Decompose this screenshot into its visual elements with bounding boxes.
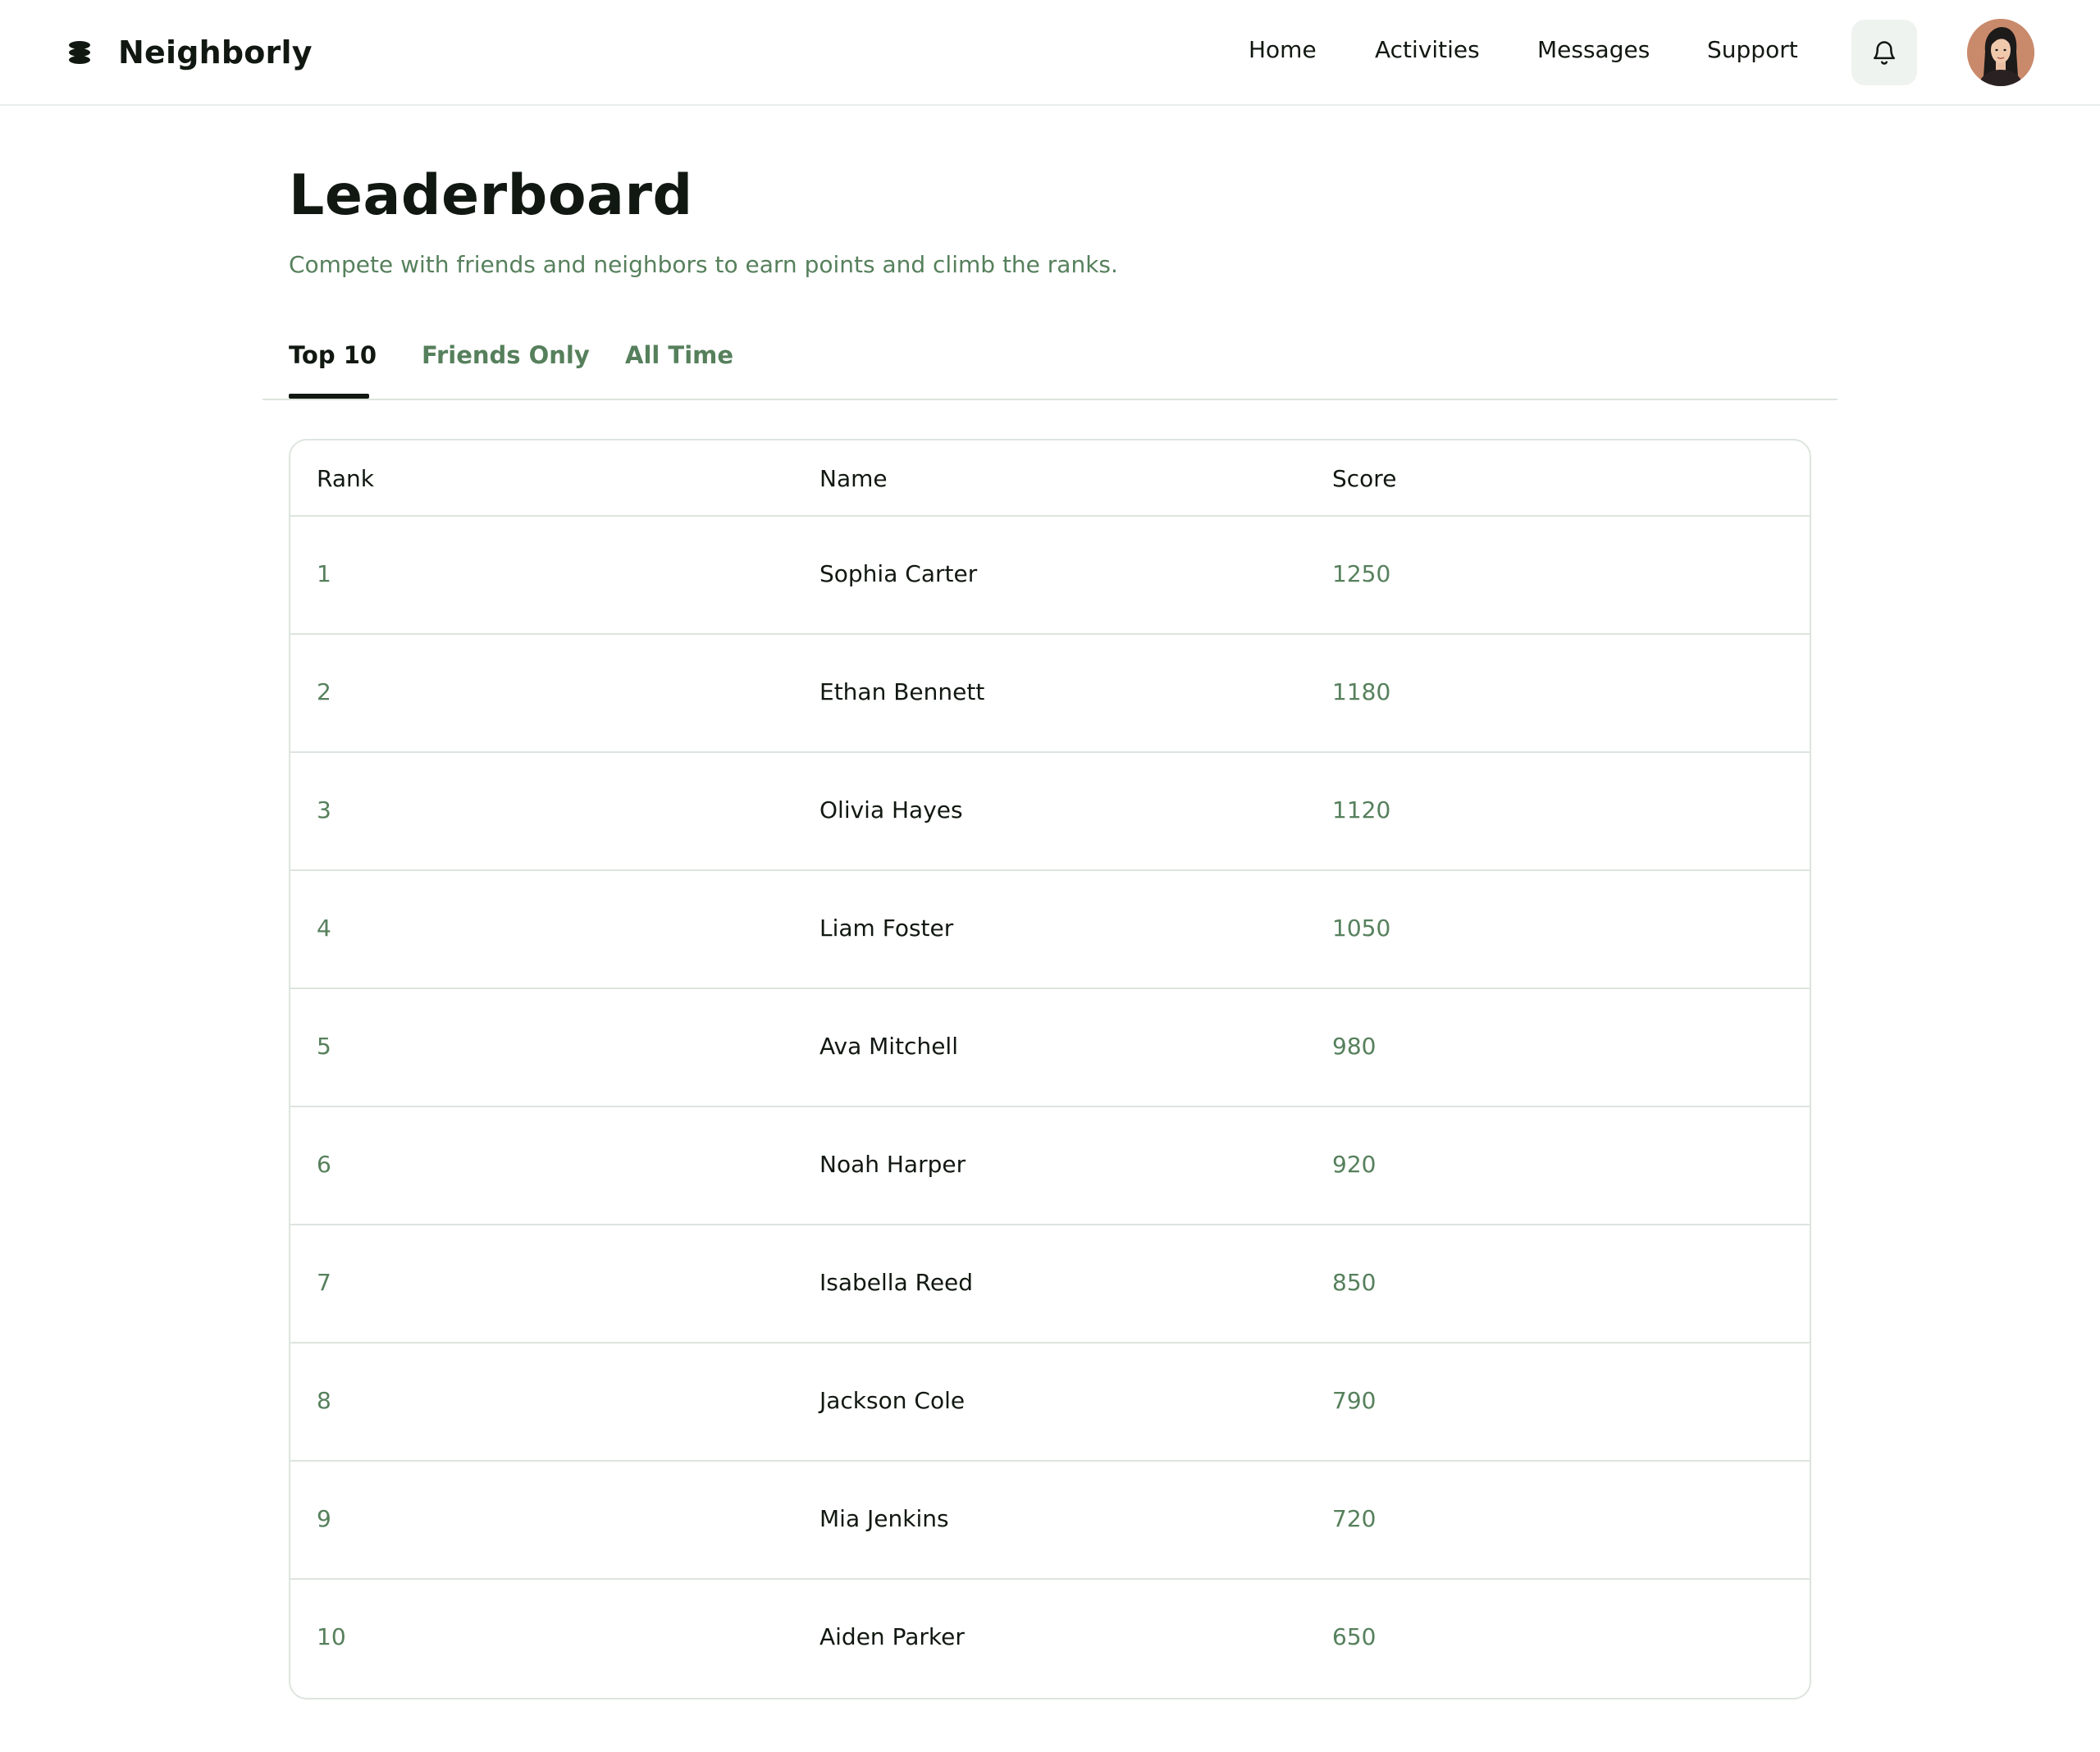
- rank-cell: 5: [317, 1033, 331, 1060]
- name-cell: Ava Mitchell: [819, 1033, 958, 1060]
- column-header-score: Score: [1332, 465, 1397, 492]
- name-cell: Ethan Bennett: [819, 678, 985, 705]
- page-subtitle: Compete with friends and neighbors to ea…: [289, 251, 1118, 278]
- name-cell: Aiden Parker: [819, 1623, 965, 1650]
- name-cell: Sophia Carter: [819, 560, 978, 587]
- active-tab-indicator: [289, 394, 369, 399]
- nav-link-messages[interactable]: Messages: [1537, 36, 1650, 63]
- nav-link-home[interactable]: Home: [1249, 36, 1317, 63]
- leaderboard-tabs: Top 10 Friends Only All Time: [262, 328, 1838, 400]
- bell-icon: [1873, 41, 1896, 65]
- table-row: 5 Ava Mitchell 980: [290, 989, 1810, 1107]
- score-cell: 720: [1332, 1505, 1376, 1532]
- table-row: 7 Isabella Reed 850: [290, 1225, 1810, 1344]
- top-navigation-bar: Neighborly Home Activities Messages Supp…: [0, 0, 2100, 106]
- brand-name: Neighborly: [118, 34, 313, 71]
- rank-cell: 6: [317, 1151, 331, 1178]
- name-cell: Liam Foster: [819, 915, 954, 942]
- table-row: 8 Jackson Cole 790: [290, 1344, 1810, 1462]
- nav-link-activities[interactable]: Activities: [1375, 36, 1480, 63]
- name-cell: Jackson Cole: [819, 1387, 966, 1414]
- rank-cell: 9: [317, 1505, 331, 1532]
- name-cell: Olivia Hayes: [819, 796, 963, 824]
- brand[interactable]: Neighborly: [66, 0, 313, 104]
- score-cell: 650: [1332, 1623, 1376, 1650]
- leaderboard-table: Rank Name Score 1 Sophia Carter 1250 2 E…: [289, 439, 1811, 1700]
- table-row: 4 Liam Foster 1050: [290, 871, 1810, 989]
- score-cell: 1050: [1332, 915, 1391, 942]
- score-cell: 980: [1332, 1033, 1376, 1060]
- table-row: 6 Noah Harper 920: [290, 1107, 1810, 1225]
- score-cell: 1180: [1332, 678, 1391, 705]
- brand-logo-icon: [66, 40, 94, 65]
- tab-all-time[interactable]: All Time: [625, 341, 733, 390]
- table-row: 2 Ethan Bennett 1180: [290, 635, 1810, 753]
- score-cell: 1250: [1332, 560, 1391, 587]
- rank-cell: 8: [317, 1387, 331, 1414]
- score-cell: 790: [1332, 1387, 1376, 1414]
- rank-cell: 4: [317, 915, 331, 942]
- column-header-rank: Rank: [317, 465, 374, 492]
- table-header: Rank Name Score: [290, 440, 1810, 517]
- rank-cell: 7: [317, 1269, 331, 1296]
- tab-top-10[interactable]: Top 10: [289, 341, 377, 390]
- name-cell: Noah Harper: [819, 1151, 966, 1178]
- rank-cell: 2: [317, 678, 331, 705]
- name-cell: Isabella Reed: [819, 1269, 974, 1296]
- score-cell: 920: [1332, 1151, 1376, 1178]
- name-cell: Mia Jenkins: [819, 1505, 949, 1532]
- table-row: 9 Mia Jenkins 720: [290, 1462, 1810, 1580]
- table-row: 10 Aiden Parker 650: [290, 1580, 1810, 1698]
- notifications-button[interactable]: [1851, 20, 1917, 85]
- user-avatar[interactable]: [1967, 19, 2034, 86]
- nav-link-support[interactable]: Support: [1707, 36, 1798, 63]
- rank-cell: 1: [317, 560, 331, 587]
- page-title: Leaderboard: [289, 163, 693, 228]
- column-header-name: Name: [819, 465, 888, 492]
- rank-cell: 10: [317, 1623, 346, 1650]
- score-cell: 1120: [1332, 796, 1391, 824]
- table-row: 3 Olivia Hayes 1120: [290, 753, 1810, 871]
- table-row: 1 Sophia Carter 1250: [290, 517, 1810, 635]
- rank-cell: 3: [317, 796, 331, 824]
- tab-friends-only[interactable]: Friends Only: [422, 341, 590, 390]
- score-cell: 850: [1332, 1269, 1376, 1296]
